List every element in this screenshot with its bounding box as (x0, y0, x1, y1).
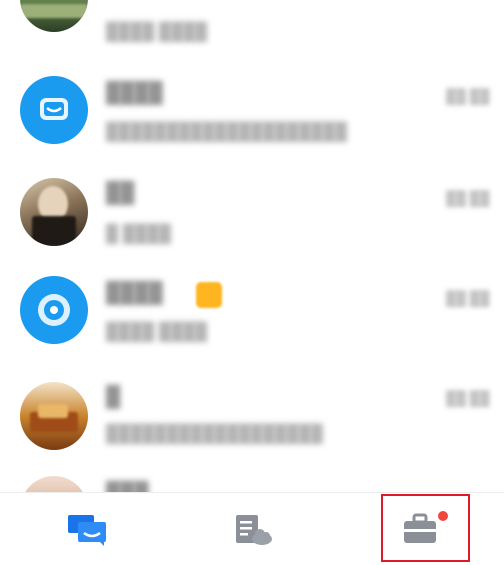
avatar (20, 276, 88, 344)
briefcase-icon (404, 513, 436, 543)
conversation-title: ████ (106, 82, 163, 104)
conversation-title: ███ (106, 482, 149, 492)
conversation-preview: ████████████████████ (106, 122, 347, 141)
conversation-item[interactable]: █ ██████████████████ ██:██ (0, 372, 504, 472)
conversation-preview: █ ████ (106, 224, 171, 243)
conversation-time: ██:██ (446, 290, 490, 306)
avatar (20, 178, 88, 246)
conversation-title: █ (106, 386, 121, 408)
conversation-preview: ████ ████ (106, 22, 208, 41)
emoji-icon (196, 282, 222, 308)
conversation-item[interactable]: ██ █ ████ ██:██ (0, 172, 504, 272)
conversation-item[interactable]: ████ ████ ████ ██:██ (0, 270, 504, 370)
app-icon (38, 294, 70, 326)
conversation-preview: ████ ████ (106, 322, 208, 341)
avatar (20, 476, 88, 492)
conversation-preview: ██████████████████ (106, 424, 323, 443)
chat-icon (40, 98, 68, 120)
chat-bubbles-icon (68, 515, 106, 546)
cloud-document-icon (236, 515, 272, 545)
tab-messages[interactable] (0, 493, 168, 565)
conversation-item[interactable]: ████ ████████████████████ ██:██ (0, 66, 504, 166)
conversation-item[interactable]: ██████ ████ ████ (0, 0, 504, 48)
conversation-time: ██:██ (446, 190, 490, 206)
bottom-tab-bar (0, 492, 504, 565)
conversation-title: ██ (106, 182, 135, 204)
avatar (20, 0, 88, 32)
conversation-time: ██:██ (446, 390, 490, 406)
notification-badge (438, 511, 448, 521)
conversation-item[interactable]: ███ (0, 472, 504, 492)
avatar (20, 76, 88, 144)
conversation-title: ████ (106, 282, 163, 304)
tab-docs[interactable] (168, 493, 336, 565)
conversation-time: ██:██ (446, 88, 490, 104)
avatar (20, 382, 88, 450)
tab-workbench[interactable] (336, 493, 504, 565)
conversation-list[interactable]: ██████ ████ ████ ████ ██████████████████… (0, 0, 504, 492)
